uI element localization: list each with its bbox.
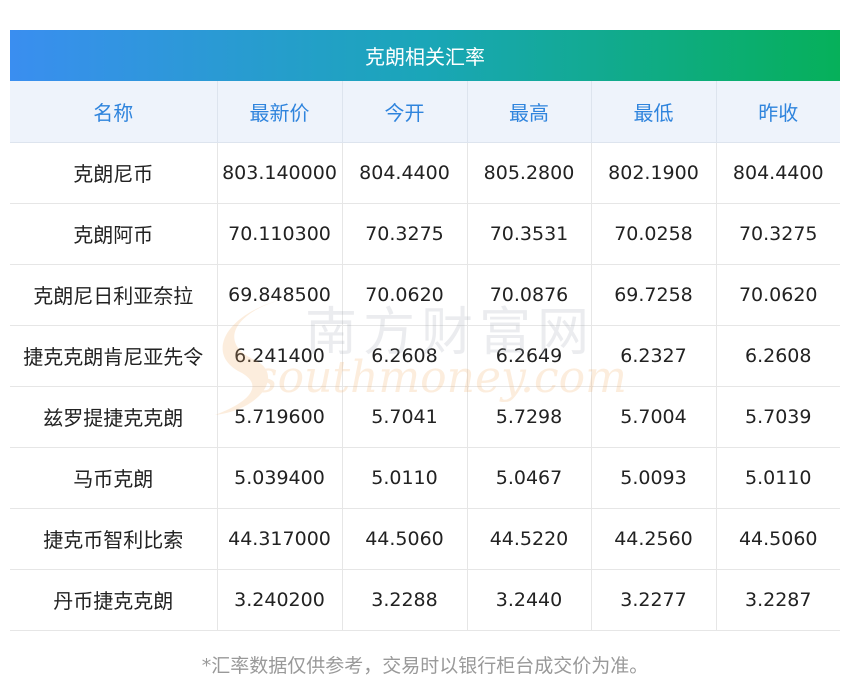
- currency-pair-name: 克朗尼日利亚奈拉: [10, 264, 218, 326]
- table-row: 克朗尼日利亚奈拉 69.848500 70.0620 70.0876 69.72…: [10, 264, 840, 326]
- latest-price: 5.039400: [217, 447, 343, 509]
- latest-price: 5.719600: [217, 386, 343, 448]
- open-price: 3.2288: [342, 569, 468, 631]
- high-price: 805.2800: [467, 142, 592, 204]
- open-price: 6.2608: [342, 325, 468, 387]
- low-price: 6.2327: [591, 325, 717, 387]
- prev-close-price: 5.7039: [716, 386, 840, 448]
- open-price: 5.7041: [342, 386, 468, 448]
- table-row: 克朗尼币 803.140000 804.4400 805.2800 802.19…: [10, 142, 840, 204]
- prev-close-price: 5.0110: [716, 447, 840, 509]
- currency-pair-name: 马币克朗: [10, 447, 218, 509]
- currency-pair-name: 捷克克朗肯尼亚先令: [10, 325, 218, 387]
- table-row: 克朗阿币 70.110300 70.3275 70.3531 70.0258 7…: [10, 203, 840, 265]
- disclaimer-footnote: *汇率数据仅供参考，交易时以银行柜台成交价为准。: [201, 655, 649, 677]
- currency-pair-name: 克朗尼币: [10, 142, 218, 204]
- low-price: 44.2560: [591, 508, 717, 570]
- open-price: 804.4400: [342, 142, 468, 204]
- high-price: 70.3531: [467, 203, 592, 265]
- table-header-row: 名称 最新价 今开 最高 最低 昨收: [10, 81, 840, 143]
- exchange-rate-table: 名称 最新价 今开 最高 最低 昨收 克朗尼币 803.140000 804.4…: [10, 81, 840, 631]
- open-price: 5.0110: [342, 447, 468, 509]
- low-price: 69.7258: [591, 264, 717, 326]
- high-price: 70.0876: [467, 264, 592, 326]
- table-row: 捷克克朗肯尼亚先令 6.241400 6.2608 6.2649 6.2327 …: [10, 325, 840, 387]
- currency-pair-name: 丹币捷克克朗: [10, 569, 218, 631]
- prev-close-price: 70.0620: [716, 264, 840, 326]
- high-price: 3.2440: [467, 569, 592, 631]
- high-price: 5.7298: [467, 386, 592, 448]
- low-price: 3.2277: [591, 569, 717, 631]
- latest-price: 6.241400: [217, 325, 343, 387]
- header-open: 今开: [342, 81, 468, 143]
- table-row: 马币克朗 5.039400 5.0110 5.0467 5.0093 5.011…: [10, 447, 840, 509]
- low-price: 70.0258: [591, 203, 717, 265]
- currency-pair-name: 捷克币智利比索: [10, 508, 218, 570]
- table-title: 克朗相关汇率: [10, 30, 840, 81]
- open-price: 70.0620: [342, 264, 468, 326]
- table-row: 捷克币智利比索 44.317000 44.5060 44.5220 44.256…: [10, 508, 840, 570]
- latest-price: 44.317000: [217, 508, 343, 570]
- low-price: 5.7004: [591, 386, 717, 448]
- table-row: 丹币捷克克朗 3.240200 3.2288 3.2440 3.2277 3.2…: [10, 569, 840, 631]
- prev-close-price: 3.2287: [716, 569, 840, 631]
- high-price: 5.0467: [467, 447, 592, 509]
- low-price: 802.1900: [591, 142, 717, 204]
- prev-close-price: 804.4400: [716, 142, 840, 204]
- header-low: 最低: [591, 81, 717, 143]
- open-price: 70.3275: [342, 203, 468, 265]
- table-row: 兹罗提捷克克朗 5.719600 5.7041 5.7298 5.7004 5.…: [10, 386, 840, 448]
- high-price: 44.5220: [467, 508, 592, 570]
- header-latest: 最新价: [217, 81, 343, 143]
- latest-price: 3.240200: [217, 569, 343, 631]
- header-high: 最高: [467, 81, 592, 143]
- high-price: 6.2649: [467, 325, 592, 387]
- latest-price: 69.848500: [217, 264, 343, 326]
- header-name: 名称: [10, 81, 218, 143]
- low-price: 5.0093: [591, 447, 717, 509]
- open-price: 44.5060: [342, 508, 468, 570]
- prev-close-price: 6.2608: [716, 325, 840, 387]
- prev-close-price: 70.3275: [716, 203, 840, 265]
- prev-close-price: 44.5060: [716, 508, 840, 570]
- latest-price: 803.140000: [217, 142, 343, 204]
- currency-pair-name: 克朗阿币: [10, 203, 218, 265]
- header-prev-close: 昨收: [716, 81, 840, 143]
- latest-price: 70.110300: [217, 203, 343, 265]
- currency-pair-name: 兹罗提捷克克朗: [10, 386, 218, 448]
